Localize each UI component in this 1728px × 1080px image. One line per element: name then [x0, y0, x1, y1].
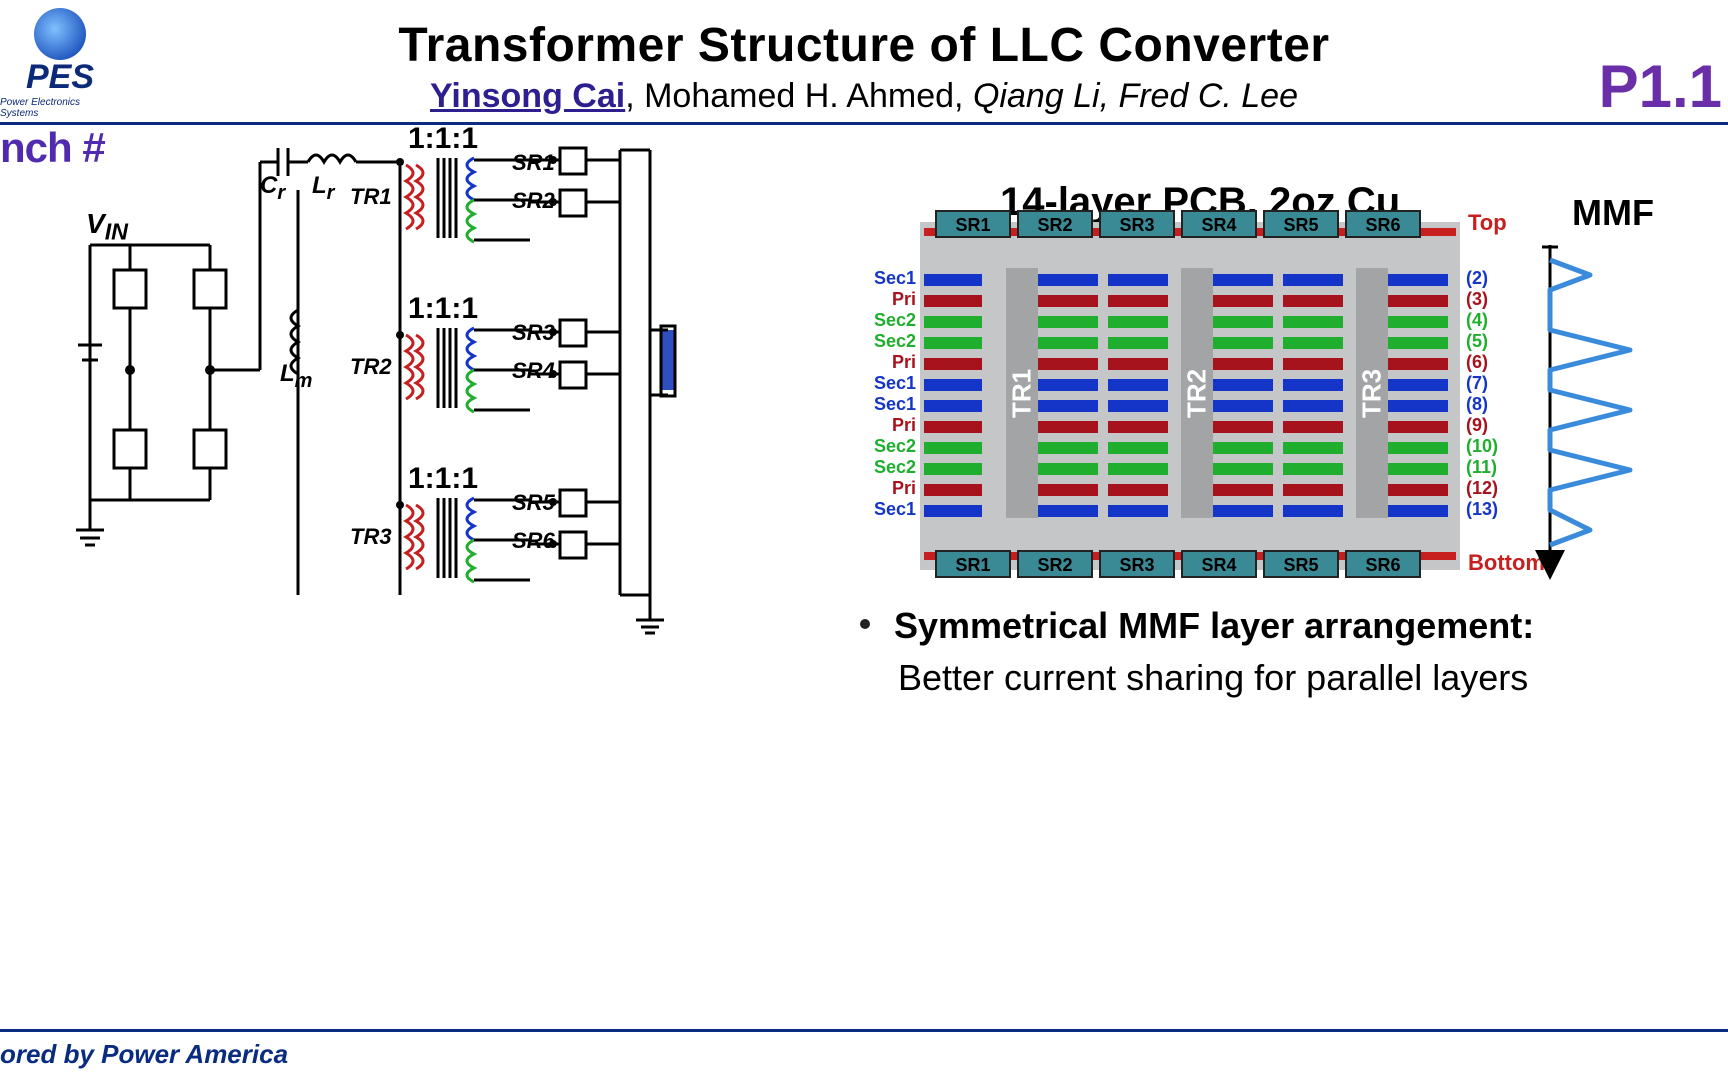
ratio-1: 1:1:1	[408, 122, 478, 156]
layer-name: Sec1	[868, 268, 916, 289]
layer-name: Sec2	[868, 310, 916, 331]
layer-row	[924, 377, 1454, 393]
sr-chip: SR6	[1345, 210, 1421, 238]
layer-row	[924, 461, 1454, 477]
mmf-svg	[1530, 235, 1720, 585]
layer-name: Sec2	[868, 331, 916, 352]
mmf-title: MMF	[1572, 192, 1654, 234]
label-tr1: TR1	[350, 184, 392, 210]
pcb-stackup: SR1SR2SR3SR4SR5SR6 TR1 TR2 TR3 Sec1(2)Pr…	[870, 180, 1490, 570]
layer-row	[924, 419, 1454, 435]
footer-text: ored by Power America	[0, 1039, 288, 1070]
label-sr3: SR3	[512, 320, 555, 346]
layer-row	[924, 314, 1454, 330]
sr-chip: SR4	[1181, 210, 1257, 238]
layer-row	[924, 335, 1454, 351]
slide-title: Transformer Structure of LLC Converter	[0, 18, 1728, 73]
label-vin: VIN	[86, 208, 128, 246]
ratio-2: 1:1:1	[408, 292, 478, 326]
author-plain: , Mohamed H. Ahmed,	[625, 77, 973, 115]
bullet-point: Symmetrical MMF layer arrangement: Bette…	[860, 600, 1534, 704]
layer-row	[924, 272, 1454, 288]
label-sr1: SR1	[512, 150, 555, 176]
layer-num: (7)	[1466, 373, 1514, 394]
footer-rule	[0, 1029, 1728, 1032]
top-label: Top	[1468, 210, 1507, 236]
layer-num: (6)	[1466, 352, 1514, 373]
layer-row	[924, 440, 1454, 456]
layer-num: (8)	[1466, 394, 1514, 415]
author-italic: Qiang Li, Fred C. Lee	[973, 77, 1298, 115]
layer-name: Pri	[868, 352, 916, 373]
layer-row	[924, 398, 1454, 414]
sr-chip: SR4	[1181, 550, 1257, 578]
sr-chip: SR2	[1017, 550, 1093, 578]
llc-circuit: VIN Cr Lr Lm TR1 TR2 TR3 1:1:1 1:1:1 1:1…	[60, 130, 730, 710]
label-tr2: TR2	[350, 354, 392, 380]
layer-num: (5)	[1466, 331, 1514, 352]
layer-name: Sec1	[868, 499, 916, 520]
label-sr6: SR6	[512, 528, 555, 554]
author-presenting: Yinsong Cai	[430, 77, 625, 115]
layer-name: Pri	[868, 289, 916, 310]
layer-name: Pri	[868, 478, 916, 499]
header: Transformer Structure of LLC Converter Y…	[0, 0, 1728, 125]
layer-row	[924, 503, 1454, 519]
sr-chip: SR2	[1017, 210, 1093, 238]
layer-num: (13)	[1466, 499, 1514, 520]
sr-chip: SR3	[1099, 550, 1175, 578]
layer-num: (9)	[1466, 415, 1514, 436]
bullet-dot	[860, 619, 870, 629]
circuit-svg	[60, 130, 730, 710]
bullet-heading: Symmetrical MMF layer arrangement:	[894, 605, 1534, 646]
layer-name: Sec1	[868, 394, 916, 415]
layer-row	[924, 356, 1454, 372]
mmf-plot	[1530, 235, 1720, 585]
sr-chip: SR5	[1263, 210, 1339, 238]
layer-num: (10)	[1466, 436, 1514, 457]
label-cr: Cr	[260, 172, 285, 205]
bullet-body: Better current sharing for parallel laye…	[898, 652, 1528, 704]
layer-row	[924, 482, 1454, 498]
page-id: P1.1	[1599, 52, 1722, 121]
sr-chip: SR1	[935, 210, 1011, 238]
layer-num: (12)	[1466, 478, 1514, 499]
label-sr4: SR4	[512, 358, 555, 384]
label-sr2: SR2	[512, 188, 555, 214]
sr-chip: SR6	[1345, 550, 1421, 578]
sr-chip: SR1	[935, 550, 1011, 578]
header-rule	[0, 122, 1728, 125]
label-sr5: SR5	[512, 490, 555, 516]
layer-name: Sec2	[868, 436, 916, 457]
layer-row	[924, 293, 1454, 309]
sr-chip: SR3	[1099, 210, 1175, 238]
ratio-3: 1:1:1	[408, 462, 478, 496]
layer-num: (4)	[1466, 310, 1514, 331]
sr-top-row: SR1SR2SR3SR4SR5SR6	[935, 210, 1445, 238]
layer-num: (2)	[1466, 268, 1514, 289]
label-tr3: TR3	[350, 524, 392, 550]
layer-name: Pri	[868, 415, 916, 436]
layer-num: (11)	[1466, 457, 1514, 478]
layer-name: Sec1	[868, 373, 916, 394]
layer-num: (3)	[1466, 289, 1514, 310]
layer-name: Sec2	[868, 457, 916, 478]
label-lr: Lr	[312, 172, 334, 205]
label-lm: Lm	[280, 360, 312, 393]
sr-chip: SR5	[1263, 550, 1339, 578]
authors: Yinsong Cai, Mohamed H. Ahmed, Qiang Li,…	[0, 77, 1728, 116]
sr-bottom-row: SR1SR2SR3SR4SR5SR6	[935, 550, 1445, 578]
